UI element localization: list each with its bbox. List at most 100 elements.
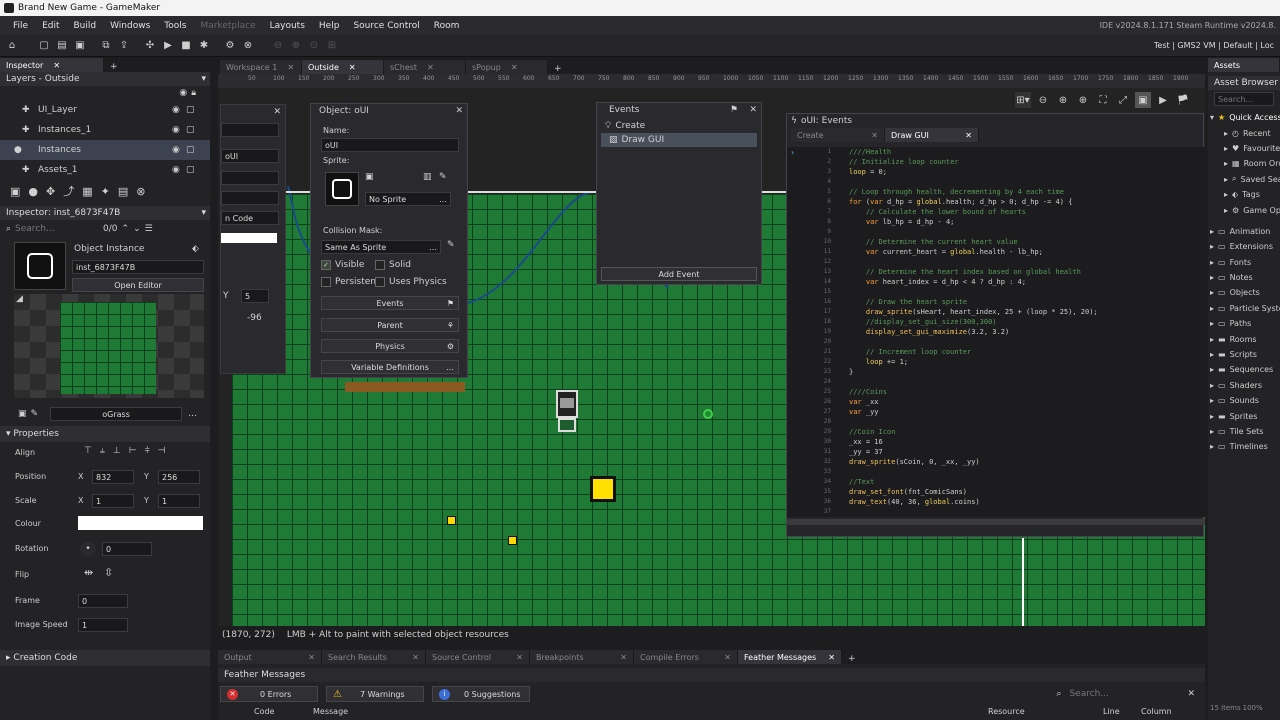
persistent-checkbox[interactable]: Persistent [321,277,380,287]
menu-layouts[interactable]: Layouts [263,21,312,31]
add-tab-icon[interactable]: + [842,654,862,664]
code-line[interactable]: 33 [787,467,1205,477]
uses-physics-checkbox[interactable]: Uses Physics [375,277,447,287]
close-icon[interactable]: ✕ [455,106,463,116]
chevron-down-icon[interactable]: ▾ [201,74,206,84]
align-left-icon[interactable]: ⊢ [129,446,137,456]
scale-x-input[interactable]: 1 [92,494,134,508]
code-line[interactable]: 21 // Increment loop counter [787,347,1205,357]
quick-item[interactable]: ▸▦Room Order [1208,156,1280,171]
colour-swatch[interactable] [221,233,277,243]
layer-item[interactable]: ✚ UI_Layer ◉ ▢ [0,100,210,120]
quick-item[interactable]: ▸⌕Saved Searches [1208,172,1280,187]
menu-help[interactable]: Help [312,21,347,31]
errors-filter[interactable]: ✕ 0 Errors [220,686,318,702]
play-icon[interactable]: ▶ [1155,92,1171,108]
lock-icon[interactable]: ▢ [186,105,195,115]
tile-layer-icon[interactable]: ▦ [82,185,92,198]
code-line[interactable]: 14 var heart_index = d_hp < 4 ? d_hp : 4… [787,277,1205,287]
eye-icon[interactable]: ◉ [172,145,180,155]
edit-icon[interactable]: ✎ [447,240,455,250]
menu-source-control[interactable]: Source Control [346,21,426,31]
code-line[interactable]: 10 // Determine the current heart value [787,237,1205,247]
layer-item[interactable]: ✚ Assets_1 ◉ ▢ [0,160,210,180]
code-line[interactable]: 20 [787,337,1205,347]
sprite-icon[interactable]: ▣ [18,409,27,419]
lock-icon[interactable]: ▢ [186,145,195,155]
align-center-icon[interactable]: ⫩ [145,446,150,456]
asset-group[interactable]: ▸ ▭ Shaders [1208,378,1280,393]
coin[interactable] [508,536,517,545]
tab-source-control[interactable]: Source Control ✕ [426,650,530,664]
event-draw-gui[interactable]: ▨ Draw GUI [601,133,757,147]
image-speed-input[interactable]: 1 [78,618,128,632]
tab-output[interactable]: Output ✕ [218,650,322,664]
close-icon[interactable]: ✕ [1187,689,1195,699]
quick-item[interactable]: ▸⚙Game Options [1208,202,1280,217]
align-right-icon[interactable]: ⊣ [158,446,166,456]
rotation-dial-icon[interactable]: • [80,542,96,556]
asset-group[interactable]: ▸ ▬ Sprites [1208,408,1280,423]
zoom-reset-icon[interactable]: ⊕ [1075,92,1091,108]
preferences-icon[interactable]: ⊗ [240,38,256,54]
fit-icon[interactable]: ⤢ [1115,92,1131,108]
zoom-in-icon[interactable]: ⊕ [288,38,304,54]
asset-group[interactable]: ▸ ▭ Timelines [1208,439,1280,454]
effect-layer-icon[interactable]: ✦ [101,185,110,198]
settings-icon[interactable]: ⚙ [222,38,238,54]
variable-definitions-button[interactable]: Variable Definitions… [321,360,459,374]
green-orb[interactable] [703,409,713,419]
asset-group[interactable]: ▸ ▬ Rooms [1208,331,1280,346]
new-project-icon[interactable]: ▢ [36,38,52,54]
player-sprite[interactable] [554,390,580,434]
code-line[interactable]: 18 //display_set_gui_size(300,300) [787,317,1205,327]
sprite-preview[interactable] [325,172,359,206]
asset-group[interactable]: ▸ ▭ Notes [1208,270,1280,285]
events-button[interactable]: Events ⚑ [321,296,459,310]
folder-icon[interactable]: ▤ [118,185,128,198]
colour-swatch[interactable] [78,516,203,530]
zoom-out-icon[interactable]: ⊖ [1035,92,1051,108]
code-line[interactable]: 7 // Calculate the lower bound of hearts [787,207,1205,217]
code-line[interactable]: 36 draw_text(40, 36, global.coins) [787,497,1205,507]
run-icon[interactable]: ▶ [160,38,176,54]
asset-group[interactable]: ▸ ▬ Sequences [1208,362,1280,377]
tab-assets[interactable]: Assets [1208,58,1280,72]
lock-icon[interactable]: ▢ [186,165,195,175]
code-line[interactable]: 3 loop = 0; [787,167,1205,177]
more-icon[interactable]: … [188,409,197,419]
asset-group[interactable]: ▸ ▬ Scripts [1208,347,1280,362]
open-project-icon[interactable]: ▤ [54,38,70,54]
asset-group[interactable]: ▸ ▭ Fonts [1208,255,1280,270]
tab-workspace[interactable]: Workspace 1 ✕ [220,60,302,74]
instance-layer-icon[interactable]: ● [28,185,38,198]
code-line[interactable]: 26 var _xx [787,397,1205,407]
sprite-icon[interactable]: ▥ [423,172,432,182]
tab-inspector[interactable]: Inspector ✕ [0,58,104,72]
flag-icon[interactable]: ⚑ [730,105,738,115]
eye-icon[interactable]: ◉ [179,88,187,98]
background-layer-icon[interactable]: ▣ [10,185,20,198]
creation-code-header[interactable]: ▸ Creation Code [0,650,210,666]
code-line[interactable]: 32 draw_sprite(sCoin, 0, _xx, _yy) [787,457,1205,467]
code-line[interactable]: 13 // Determine the heart index based on… [787,267,1205,277]
code-line[interactable]: 12 [787,257,1205,267]
save-icon[interactable]: ▣ [72,38,88,54]
asset-group[interactable]: ▸▭Particle Systems [1208,301,1280,316]
sprite-new-icon[interactable]: ▣ [365,172,374,182]
target-config[interactable]: Test | GMS2 VM | Default | Loc [1154,41,1274,50]
code-line[interactable]: 29//Coin Icon [787,427,1205,437]
code-line[interactable]: 11 var current_heart = global.health - l… [787,247,1205,257]
more-icon[interactable]: … [439,195,447,204]
code-line[interactable]: 17 draw_sprite(sHeart, heart_index, 25 +… [787,307,1205,317]
code-line[interactable]: 34//Text [787,477,1205,487]
bookmark-icon[interactable]: 🏴︎ [1175,92,1191,108]
object-sprite-preview[interactable] [14,242,66,290]
eye-icon[interactable]: ◉ [172,105,180,115]
tab-search-results[interactable]: Search Results ✕ [322,650,426,664]
code-line[interactable]: 19 display_set_gui_maximize(3.2, 3.2) [787,327,1205,337]
code-line[interactable]: 6 for (var d_hp = global.health; d_hp > 0… [787,197,1205,207]
code-line[interactable]: 22 loop += 1; [787,357,1205,367]
tab-breakpoints[interactable]: Breakpoints ✕ [530,650,634,664]
asset-group[interactable]: ▸ ▭ Tile Sets [1208,424,1280,439]
